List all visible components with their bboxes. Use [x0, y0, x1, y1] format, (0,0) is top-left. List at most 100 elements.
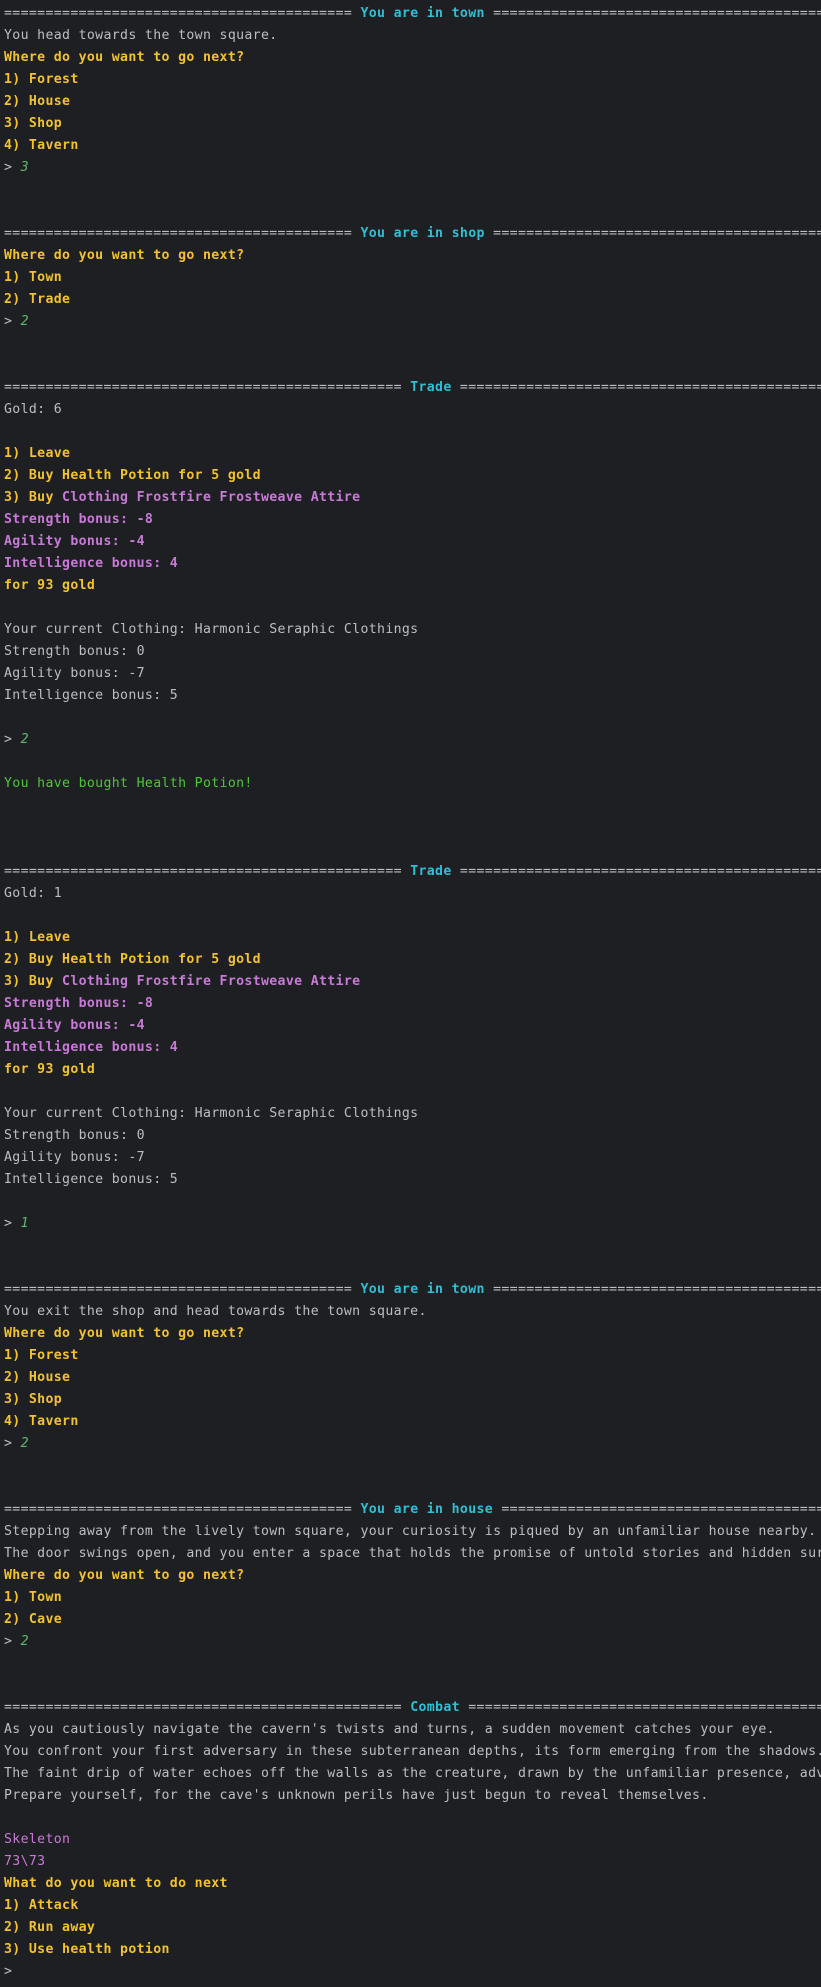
- output-text: Your current Clothing: Harmonic Seraphic…: [4, 622, 419, 637]
- prompt-symbol: >: [4, 1634, 21, 1649]
- terminal-line: ========================================…: [4, 1499, 821, 1521]
- separator-line: ========================================…: [493, 1502, 821, 1517]
- menu-text: Where do you want to go next?: [4, 1568, 245, 1583]
- separator-line: ========================================…: [4, 1282, 361, 1297]
- separator-line: ========================================…: [4, 864, 411, 879]
- terminal-line: 1) Leave: [4, 927, 821, 949]
- prompt-symbol: >: [4, 732, 21, 747]
- menu-text: for 93 gold: [4, 1062, 96, 1077]
- terminal-line: 73\73: [4, 1851, 821, 1873]
- menu-text: 1) Leave: [4, 446, 71, 461]
- terminal-line: The door swings open, and you enter a sp…: [4, 1543, 821, 1565]
- separator-line: ========================================…: [4, 1502, 361, 1517]
- item-text: Strength bonus: -8: [4, 512, 154, 527]
- terminal-line: Intelligence bonus: 4: [4, 553, 821, 575]
- menu-text: Where do you want to go next?: [4, 1326, 245, 1341]
- menu-text: 3) Shop: [4, 116, 63, 131]
- item-text: Intelligence bonus: 4: [4, 556, 179, 571]
- terminal-line: 4) Tavern: [4, 1411, 821, 1433]
- terminal-line: 1) Town: [4, 267, 821, 289]
- terminal-line: > 3: [4, 157, 821, 179]
- terminal-line: Skeleton: [4, 1829, 821, 1851]
- output-text: Stepping away from the lively town squar…: [4, 1524, 817, 1539]
- terminal-line: Strength bonus: -8: [4, 509, 821, 531]
- menu-text: What do you want to do next: [4, 1876, 228, 1891]
- terminal-line: The faint drip of water echoes off the w…: [4, 1763, 821, 1785]
- terminal-line: ========================================…: [4, 1697, 821, 1719]
- terminal-output: ========================================…: [4, 3, 821, 1983]
- item-text: Clothing Frostfire Frostweave Attire: [62, 974, 361, 989]
- menu-text: 1) Attack: [4, 1898, 79, 1913]
- output-text: You confront your first adversary in the…: [4, 1744, 821, 1759]
- section-header-title: You are in house: [360, 1502, 494, 1517]
- output-text: You exit the shop and head towards the t…: [4, 1304, 427, 1319]
- terminal-line: for 93 gold: [4, 575, 821, 597]
- terminal-line: Stepping away from the lively town squar…: [4, 1521, 821, 1543]
- menu-text: 4) Tavern: [4, 138, 79, 153]
- terminal-line: Intelligence bonus: 5: [4, 685, 821, 707]
- terminal-line: Where do you want to go next?: [4, 47, 821, 69]
- separator-line: ========================================…: [4, 380, 411, 395]
- user-input: 2: [20, 314, 29, 329]
- terminal-line: Prepare yourself, for the cave's unknown…: [4, 1785, 821, 1807]
- menu-text: 2) House: [4, 1370, 71, 1385]
- terminal-line: 4) Tavern: [4, 135, 821, 157]
- output-text: Agility bonus: -7: [4, 1150, 145, 1165]
- terminal-line: >: [4, 1961, 821, 1983]
- output-text: Intelligence bonus: 5: [4, 1172, 179, 1187]
- menu-text: Where do you want to go next?: [4, 50, 245, 65]
- item-text: Strength bonus: -8: [4, 996, 154, 1011]
- menu-text: 2) House: [4, 94, 71, 109]
- menu-text: 3) Buy: [4, 974, 63, 989]
- terminal-line: 3) Buy Clothing Frostfire Frostweave Att…: [4, 487, 821, 509]
- user-input: 2: [20, 1634, 29, 1649]
- terminal-line: 2) House: [4, 1367, 821, 1389]
- output-text: Strength bonus: 0: [4, 1128, 145, 1143]
- separator-line: ========================================…: [468, 1700, 821, 1715]
- prompt-symbol: >: [4, 160, 21, 175]
- terminal-line: 1) Town: [4, 1587, 821, 1609]
- terminal-line: for 93 gold: [4, 1059, 821, 1081]
- separator-line: ========================================…: [451, 864, 821, 879]
- menu-text: 2) Run away: [4, 1920, 96, 1935]
- item-text: Agility bonus: -4: [4, 1018, 145, 1033]
- terminal-line: You head towards the town square.: [4, 25, 821, 47]
- menu-text: 4) Tavern: [4, 1414, 79, 1429]
- user-input: 2: [20, 1436, 29, 1451]
- terminal-line: Your current Clothing: Harmonic Seraphic…: [4, 1103, 821, 1125]
- separator-line: ========================================…: [4, 1700, 411, 1715]
- terminal-line: ========================================…: [4, 3, 821, 25]
- prompt-symbol: >: [4, 1216, 21, 1231]
- terminal-line: 3) Shop: [4, 113, 821, 135]
- prompt-symbol: >: [4, 1436, 21, 1451]
- separator-line: ========================================…: [4, 226, 361, 241]
- section-header-title: You are in town: [360, 6, 485, 21]
- menu-text: 3) Buy: [4, 490, 63, 505]
- terminal-line: > 2: [4, 729, 821, 751]
- section-header-title: You are in town: [360, 1282, 485, 1297]
- terminal-line: Where do you want to go next?: [4, 1565, 821, 1587]
- terminal-line: Agility bonus: -4: [4, 1015, 821, 1037]
- output-text: As you cautiously navigate the cavern's …: [4, 1722, 775, 1737]
- output-text: Prepare yourself, for the cave's unknown…: [4, 1788, 709, 1803]
- terminal-line: ========================================…: [4, 861, 821, 883]
- user-input: 3: [20, 160, 29, 175]
- terminal-line: You confront your first adversary in the…: [4, 1741, 821, 1763]
- terminal-line: Your current Clothing: Harmonic Seraphic…: [4, 619, 821, 641]
- terminal-line: Strength bonus: -8: [4, 993, 821, 1015]
- menu-text: 1) Town: [4, 1590, 63, 1605]
